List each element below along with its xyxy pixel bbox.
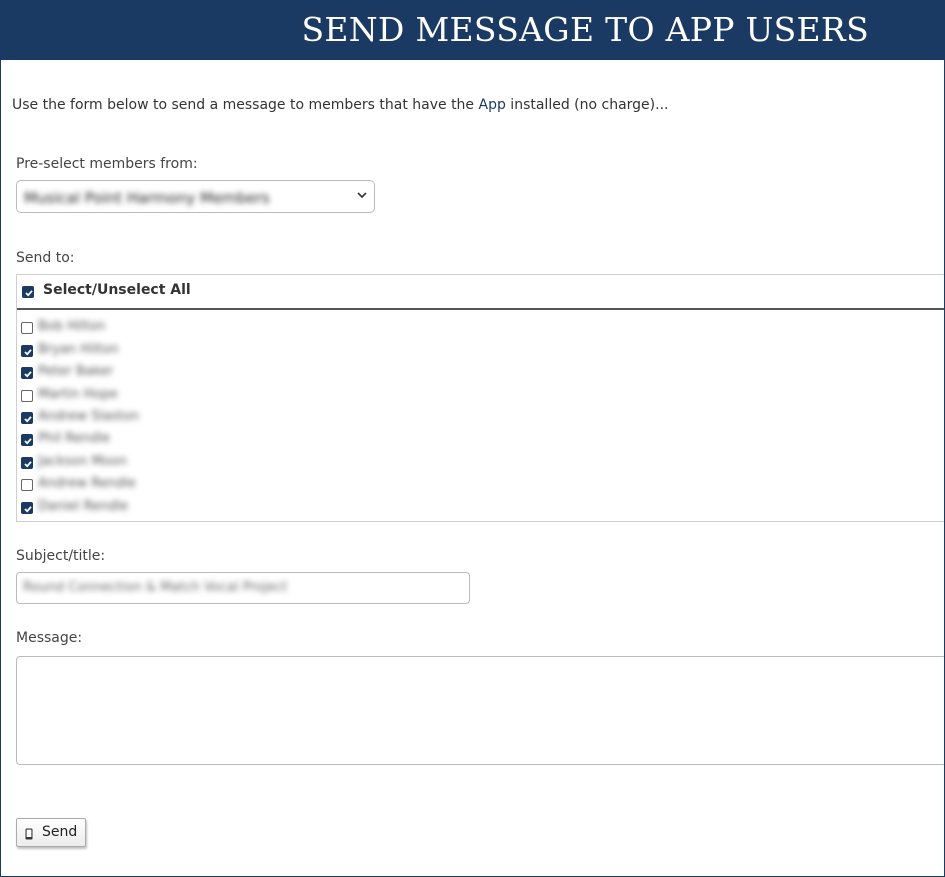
chevron-down-icon <box>357 192 367 199</box>
send-button[interactable]: Send <box>16 818 86 847</box>
subject-value: Round Connection & Match Vocal Project <box>23 580 288 595</box>
member-list: Select/Unselect All Bob Hilton Bryan Hilt… <box>16 274 945 522</box>
select-all-label: Select/Unselect All <box>43 282 191 298</box>
member-checkbox[interactable] <box>21 412 33 424</box>
member-name: Andrew Slaston <box>38 409 140 424</box>
member-name: Bob Hilton <box>38 319 106 334</box>
preselect-label: Pre-select members from: <box>16 156 198 172</box>
member-checkbox[interactable] <box>21 457 33 469</box>
member-name: Bryan Hilton <box>38 342 119 357</box>
preselect-dropdown[interactable]: Musical Point Harmony Members <box>16 180 375 213</box>
member-checkbox[interactable] <box>21 479 33 491</box>
message-label: Message: <box>16 630 83 646</box>
subject-label: Subject/title: <box>16 548 106 564</box>
member-name: Phil Rendle <box>38 431 110 446</box>
member-checkbox[interactable] <box>21 367 33 379</box>
page-header: SEND MESSAGE TO APP USERS <box>0 0 945 60</box>
preselect-selected-value: Musical Point Harmony Members <box>24 189 270 207</box>
member-name: Daniel Rendle <box>38 499 129 514</box>
member-name: Andrew Rendle <box>38 476 136 491</box>
member-checkbox[interactable] <box>21 502 33 514</box>
mobile-phone-icon <box>25 828 33 840</box>
member-checkbox[interactable] <box>21 345 33 357</box>
member-name: Martin Hope <box>38 387 118 402</box>
intro-before: Use the form below to send a message to … <box>12 97 479 113</box>
message-textarea[interactable] <box>16 656 945 765</box>
member-checkbox[interactable] <box>21 390 33 402</box>
intro-text: Use the form below to send a message to … <box>12 97 669 113</box>
select-all-checkbox[interactable] <box>22 286 34 298</box>
list-divider <box>17 308 945 310</box>
member-name: Peter Baker <box>38 364 114 379</box>
member-checkbox[interactable] <box>21 434 33 446</box>
subject-input[interactable]: Round Connection & Match Vocal Project <box>16 572 470 604</box>
send-to-label: Send to: <box>16 250 75 266</box>
send-label: Send <box>42 824 78 840</box>
member-name: Jackson Moon <box>38 454 127 469</box>
app-link[interactable]: App <box>479 97 506 113</box>
member-checkbox[interactable] <box>21 322 33 334</box>
page-title: SEND MESSAGE TO APP USERS <box>301 10 869 49</box>
intro-after: installed (no charge)... <box>505 97 669 113</box>
